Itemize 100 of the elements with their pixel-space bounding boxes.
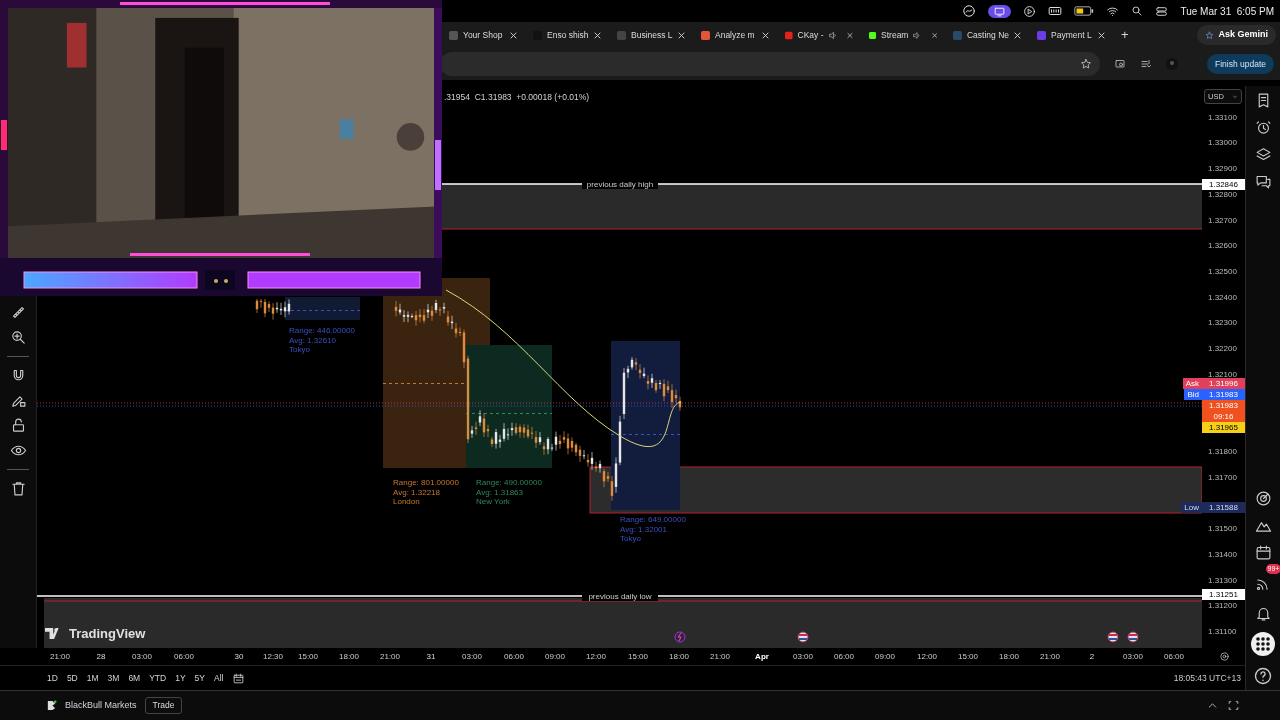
close-icon[interactable] (847, 31, 853, 39)
time-tick: 12:00 (586, 651, 606, 663)
time-tick: 15:00 (958, 651, 978, 663)
browser-tab[interactable]: Stream (863, 25, 943, 45)
price-tick: 1.31700 (1208, 472, 1237, 484)
flag-icon[interactable] (797, 631, 809, 643)
range-button[interactable]: All (214, 671, 224, 685)
chat-icon[interactable] (1254, 173, 1272, 190)
close-icon[interactable] (1098, 31, 1105, 39)
time-tick: 06:00 (1164, 651, 1184, 663)
time-tick: 06:00 (504, 651, 524, 663)
browser-tab[interactable]: Enso shish (527, 25, 607, 45)
session-name: London (393, 497, 420, 506)
range-button[interactable]: 1M (86, 671, 99, 685)
time-tick: 2 (1089, 651, 1095, 663)
price-tick: 1.31200 (1208, 600, 1237, 612)
close-icon[interactable] (678, 31, 685, 39)
apps-grid-icon[interactable] (1251, 632, 1275, 656)
trade-button[interactable]: Trade (144, 697, 183, 714)
range-button[interactable]: 3M (107, 671, 120, 685)
tradingview-logo-text: TradingView (69, 625, 146, 643)
bookmark-star-icon[interactable] (1080, 58, 1092, 70)
lightning-icon[interactable] (674, 631, 686, 643)
price-tick: 1.33000 (1208, 137, 1237, 149)
calendar-icon[interactable] (1254, 544, 1272, 561)
price-tick: 1.32500 (1208, 266, 1237, 278)
time-tick: 06:00 (834, 651, 854, 663)
range-button[interactable]: 1D (47, 671, 58, 685)
help-icon[interactable] (1253, 666, 1273, 686)
profile-avatar[interactable] (1166, 58, 1178, 70)
tab-favicon (1037, 30, 1046, 40)
price-tick: 1.32400 (1208, 292, 1237, 304)
broker-logo-icon (46, 700, 57, 711)
flag-icon[interactable] (1107, 631, 1119, 643)
countdown-label: 09:16 (1213, 412, 1234, 421)
price-tick: 1.32700 (1208, 215, 1237, 227)
range-label: Range: 446.00000 (289, 326, 355, 335)
extension-icon[interactable] (1114, 58, 1126, 70)
range-button[interactable]: 1Y (175, 671, 186, 685)
alarm-clock-icon[interactable] (1254, 119, 1272, 136)
price-tag: 1.31965 (1202, 422, 1245, 433)
flag-icon[interactable] (1127, 631, 1139, 643)
media-icon[interactable] (1140, 58, 1152, 70)
price-tick: 1.33100 (1208, 112, 1237, 124)
browser-tab[interactable]: Casting Ne (947, 25, 1027, 45)
maximize-icon[interactable] (1227, 699, 1240, 712)
time-tick: 15:00 (628, 651, 648, 663)
speaker-icon[interactable] (913, 30, 921, 40)
time-tick: 31 (426, 651, 436, 663)
time-tick: 03:00 (462, 651, 482, 663)
browser-tab[interactable]: Business L (611, 25, 691, 45)
zoom-icon[interactable] (9, 329, 27, 346)
price-tick: 1.31300 (1208, 575, 1237, 587)
average-label: Avg: 1.32610 (289, 335, 336, 345)
range-button[interactable]: 5D (66, 671, 78, 685)
price-tick: 1.31400 (1208, 549, 1237, 561)
range-button[interactable]: 6M (128, 671, 141, 685)
settings-icon[interactable] (1219, 651, 1230, 662)
average-label: Avg: 1.31863 (476, 487, 523, 497)
tab-favicon (869, 30, 877, 40)
wifi-icon[interactable] (1106, 4, 1120, 18)
play-icon[interactable] (1023, 4, 1037, 18)
range-button[interactable]: YTD (149, 671, 167, 685)
control-center-icon[interactable] (1155, 4, 1169, 18)
finish-update-button[interactable]: Finish update (1206, 53, 1274, 75)
new-tab-button[interactable]: + (1121, 25, 1129, 45)
close-icon[interactable] (510, 31, 517, 39)
battery-icon[interactable] (1074, 6, 1095, 16)
time-tick: 09:00 (875, 651, 895, 663)
scribble-icon[interactable] (962, 4, 977, 18)
browser-tab[interactable]: Payment L (1031, 25, 1111, 45)
caret-icon (1232, 93, 1238, 100)
speaker-icon[interactable] (828, 30, 837, 40)
target-icon[interactable] (1254, 490, 1272, 507)
level-label: previous daily low (588, 592, 652, 601)
browser-tab[interactable]: Your Shop (443, 25, 523, 45)
keyboard-icon[interactable] (1048, 4, 1063, 18)
price-tick: 1.32300 (1208, 317, 1237, 329)
close-icon[interactable] (594, 31, 601, 39)
time-tick: 21:00 (380, 651, 400, 663)
price-side-label: Bid (1184, 389, 1202, 400)
bell-icon[interactable] (1254, 605, 1272, 622)
close-icon[interactable] (1014, 31, 1021, 39)
layers-icon[interactable] (1254, 146, 1272, 163)
close-icon[interactable] (762, 31, 769, 39)
browser-tab[interactable]: Analyze m (695, 25, 775, 45)
ask-gemini-button[interactable]: Ask Gemini (1197, 25, 1276, 45)
screen-share-icon[interactable] (988, 4, 1012, 18)
search-icon[interactable] (1131, 5, 1144, 17)
range-label: Range: 490.00000 (476, 478, 542, 487)
date-range-icon[interactable] (232, 671, 246, 685)
time-tick: 03:00 (132, 651, 152, 663)
browser-tab[interactable]: CKay - (779, 25, 859, 45)
time-tick: 12:00 (917, 651, 937, 663)
time-tick: 09:00 (545, 651, 565, 663)
ohlc-values: .31954 C1.31983 +0.00018 (+0.01%) (444, 91, 590, 104)
close-icon[interactable] (931, 31, 937, 39)
time-tick: Apr (755, 651, 769, 663)
trash-icon[interactable] (9, 480, 27, 497)
range-button[interactable]: 5Y (194, 671, 205, 685)
